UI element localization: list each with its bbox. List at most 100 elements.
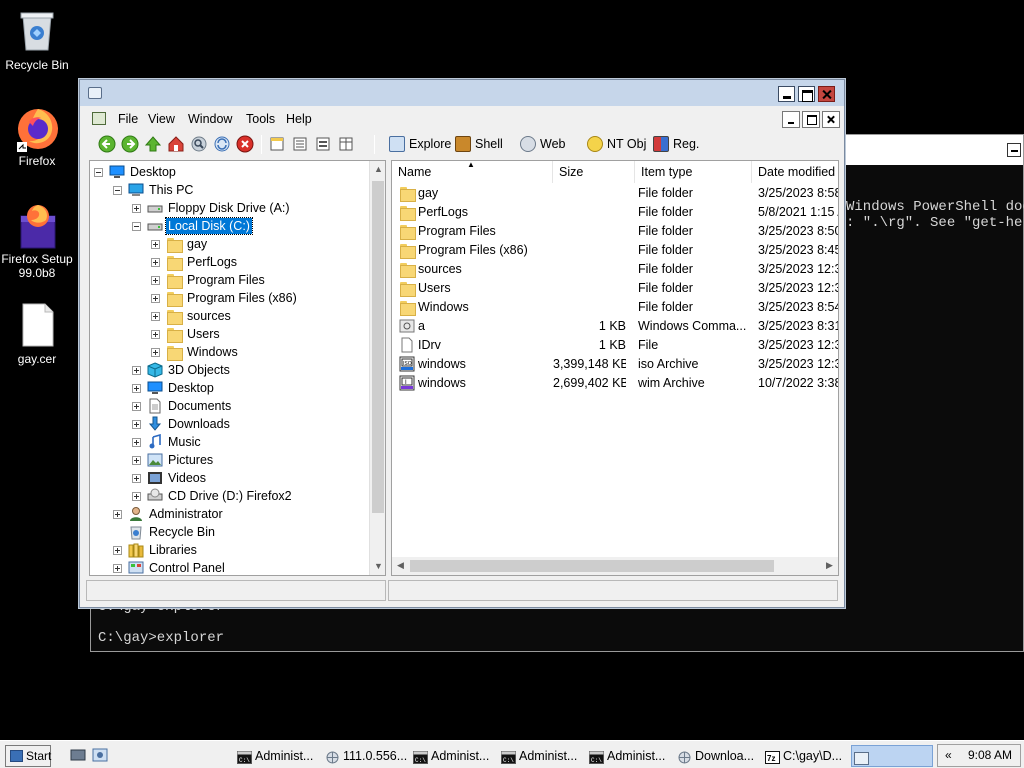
expand-icon[interactable] <box>132 420 141 429</box>
file-row[interactable]: ISO windows 3,399,148 KB iso Archive 3/25/20… <box>392 355 838 374</box>
tree-item[interactable]: This PC <box>90 181 368 199</box>
list-view-icon[interactable] <box>314 135 332 153</box>
expand-icon[interactable] <box>151 312 160 321</box>
maximize-button[interactable] <box>798 86 815 102</box>
menu-help[interactable]: Help <box>284 111 314 127</box>
expand-icon[interactable] <box>151 348 160 357</box>
column-header-name[interactable]: Name ▲ <box>392 161 553 183</box>
tree-item[interactable]: Control Panel <box>90 559 368 575</box>
tree-item[interactable]: Program Files (x86) <box>90 289 368 307</box>
explorer-window[interactable]: File View Window Tools Help Explore Shel… <box>79 79 845 608</box>
tree-item[interactable]: Music <box>90 433 368 451</box>
expand-icon[interactable] <box>151 276 160 285</box>
menu-view[interactable]: View <box>146 111 177 127</box>
expand-icon[interactable] <box>132 366 141 375</box>
collapse-icon[interactable] <box>113 186 122 195</box>
explore-button[interactable]: Explore <box>389 136 451 152</box>
close-button[interactable] <box>818 86 835 102</box>
tree-item[interactable]: gay <box>90 235 368 253</box>
expand-icon[interactable] <box>132 438 141 447</box>
search-icon[interactable] <box>190 135 208 153</box>
file-row[interactable]: gay File folder 3/25/2023 8:58 <box>392 184 838 203</box>
file-row[interactable]: Program Files (x86) File folder 3/25/2023 … <box>392 241 838 260</box>
list-horizontal-scrollbar[interactable]: ◀ ▶ <box>392 557 838 575</box>
tree-item[interactable]: Desktop <box>90 379 368 397</box>
tree-item[interactable]: Videos <box>90 469 368 487</box>
document-window-icon[interactable] <box>92 112 106 125</box>
desktop-icon-gay-cer[interactable]: gay.cer <box>0 302 74 366</box>
back-arrow-icon[interactable] <box>98 135 116 153</box>
window-title-bar[interactable] <box>80 80 844 106</box>
tree-item[interactable]: Pictures <box>90 451 368 469</box>
forward-arrow-icon[interactable] <box>121 135 139 153</box>
expand-icon[interactable] <box>113 546 122 555</box>
child-minimize-button[interactable] <box>782 111 800 128</box>
taskbar-button[interactable]: Downloa... <box>675 745 759 767</box>
expand-icon[interactable] <box>132 384 141 393</box>
file-row[interactable]: Users File folder 3/25/2023 12:3 <box>392 279 838 298</box>
tree-item[interactable]: 3D Objects <box>90 361 368 379</box>
tree-item[interactable]: Recycle Bin <box>90 523 368 541</box>
nt-obj-button[interactable]: NT Obj <box>587 136 646 152</box>
taskbar-button[interactable] <box>851 745 933 767</box>
tree-item[interactable]: Downloads <box>90 415 368 433</box>
stop-icon[interactable] <box>236 135 254 153</box>
tree-item[interactable]: Program Files <box>90 271 368 289</box>
up-arrow-icon[interactable] <box>144 135 162 153</box>
taskbar-button[interactable]: C:\ Administ... <box>587 745 671 767</box>
expand-icon[interactable] <box>132 474 141 483</box>
web-button[interactable]: Web <box>520 136 565 152</box>
scroll-up-arrow-icon[interactable]: ▲ <box>370 161 385 178</box>
file-list[interactable]: Name ▲ Size Item type Date modified ◀ ▶ … <box>391 160 839 576</box>
expand-icon[interactable] <box>113 510 122 519</box>
tree-item[interactable]: Administrator <box>90 505 368 523</box>
taskbar-button[interactable]: 111.0.556... <box>323 745 407 767</box>
column-header-item-type[interactable]: Item type <box>635 161 752 183</box>
expand-icon[interactable] <box>151 240 160 249</box>
collapse-icon[interactable] <box>132 222 141 231</box>
taskbar-button[interactable]: C:\ Administ... <box>499 745 583 767</box>
file-row[interactable]: Iwindows 2,699,402 KB wim Archive 10/7/2022… <box>392 374 838 393</box>
expand-icon[interactable] <box>151 330 160 339</box>
taskbar-button[interactable]: C:\ Administ... <box>411 745 495 767</box>
desktop-icon-firefox-setup[interactable]: Firefox Setup 99.0b8 <box>0 202 74 280</box>
details-view-icon[interactable] <box>337 135 355 153</box>
menu-file[interactable]: File <box>116 111 140 127</box>
column-header-date-modified[interactable]: Date modified <box>752 161 838 183</box>
file-row[interactable]: sources File folder 3/25/2023 12:3 <box>392 260 838 279</box>
console-minimize-button[interactable] <box>1007 143 1021 157</box>
file-row[interactable]: a 1 KB Windows Comma... 3/25/2023 8:31 <box>392 317 838 336</box>
tray-expand-icon[interactable]: « <box>945 745 952 766</box>
file-row[interactable]: Windows File folder 3/25/2023 8:54 <box>392 298 838 317</box>
tree-item[interactable]: PerfLogs <box>90 253 368 271</box>
scroll-thumb[interactable] <box>410 560 774 572</box>
column-header-size[interactable]: Size <box>553 161 635 183</box>
folder-tree[interactable]: ▲ ▼ Desktop This PC Floppy Disk Drive (A:)… <box>89 160 386 576</box>
shell-button[interactable]: Shell <box>455 136 503 152</box>
scroll-down-arrow-icon[interactable]: ▼ <box>370 558 385 575</box>
clock[interactable]: 9:08 AM <box>968 745 1012 766</box>
tree-item[interactable]: Documents <box>90 397 368 415</box>
tree-item[interactable]: CD Drive (D:) Firefox2 <box>90 487 368 505</box>
tree-item[interactable]: Users <box>90 325 368 343</box>
expand-icon[interactable] <box>132 456 141 465</box>
tree-item[interactable]: Windows <box>90 343 368 361</box>
file-row[interactable]: Program Files File folder 3/25/2023 8:50 <box>392 222 838 241</box>
desktop-icon-firefox[interactable]: Firefox <box>0 104 74 168</box>
expand-icon[interactable] <box>132 402 141 411</box>
refresh-icon[interactable] <box>213 135 231 153</box>
minimize-button[interactable] <box>778 86 795 102</box>
small-icons-view-icon[interactable] <box>291 135 309 153</box>
expand-icon[interactable] <box>113 564 122 573</box>
tree-item[interactable]: Local Disk (C:) <box>90 217 368 235</box>
registry-button[interactable]: Reg. <box>653 136 699 152</box>
tree-item[interactable]: Desktop <box>90 163 368 181</box>
scroll-thumb[interactable] <box>372 181 384 513</box>
tree-vertical-scrollbar[interactable]: ▲ ▼ <box>369 161 385 575</box>
scroll-right-arrow-icon[interactable]: ▶ <box>821 557 838 574</box>
quick-launch-explorer-icon[interactable] <box>92 747 108 763</box>
expand-icon[interactable] <box>151 258 160 267</box>
expand-icon[interactable] <box>151 294 160 303</box>
desktop-icon-recycle-bin[interactable]: Recycle Bin <box>0 8 74 72</box>
file-row[interactable]: PerfLogs File folder 5/8/2021 1:15 A <box>392 203 838 222</box>
